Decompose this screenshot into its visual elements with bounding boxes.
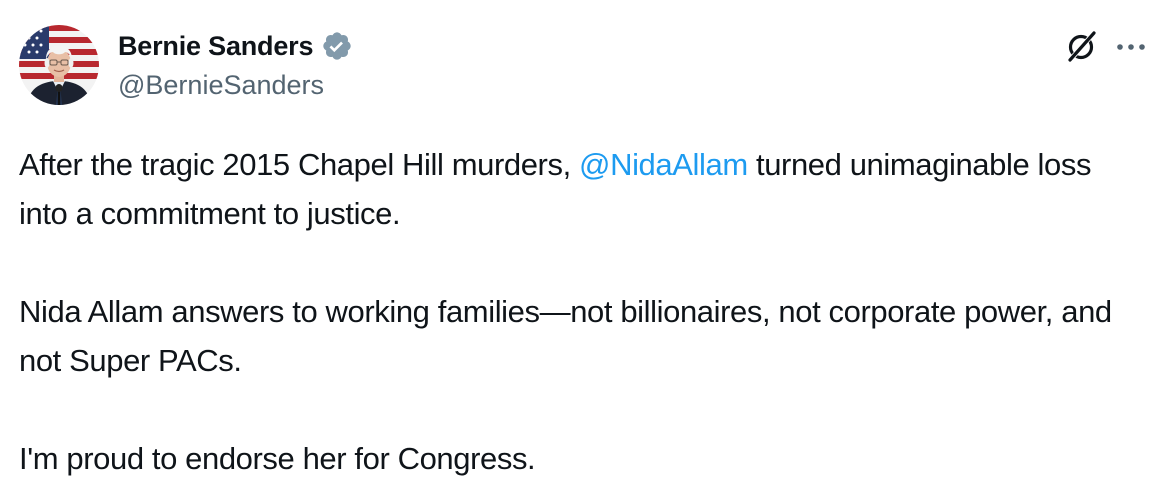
avatar[interactable] xyxy=(19,25,99,105)
more-options-icon[interactable] xyxy=(1114,26,1148,68)
tweet-paragraph-2: Nida Allam answers to working families—n… xyxy=(19,294,1112,378)
tweet-card: Bernie Sanders @BernieSanders After the … xyxy=(0,0,1160,482)
tweet-paragraph-1: After the tragic 2015 Chapel Hill murder… xyxy=(19,140,1144,238)
tweet-text: After the tragic 2015 Chapel Hill murder… xyxy=(19,140,1144,482)
avatar-image xyxy=(19,25,99,105)
grok-icon[interactable] xyxy=(1060,26,1102,68)
author-name-row: Bernie Sanders xyxy=(118,28,353,64)
mention-link[interactable]: @NidaAllam xyxy=(579,147,748,182)
tweet-text-segment: After the tragic 2015 Chapel Hill murder… xyxy=(19,147,580,182)
verified-badge-icon[interactable] xyxy=(321,30,353,62)
tweet-paragraph-3: I'm proud to endorse her for Congress. xyxy=(19,441,536,476)
author-handle[interactable]: @BernieSanders xyxy=(118,70,324,101)
author-display-name[interactable]: Bernie Sanders xyxy=(118,31,313,62)
